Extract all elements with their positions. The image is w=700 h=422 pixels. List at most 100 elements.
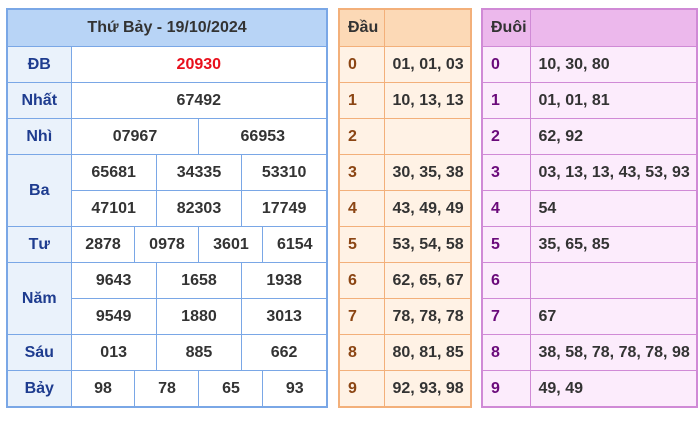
head-digit: 6 (338, 262, 385, 299)
tails-header-label: Đuôi (481, 8, 531, 47)
prize-number: 65 (198, 370, 264, 408)
prize-label: Ba (6, 154, 72, 227)
head-values: 92, 93, 98 (383, 370, 472, 408)
prize-number: 1658 (155, 262, 243, 299)
prize-label: Năm (6, 262, 72, 335)
head-values: 10, 13, 13 (383, 82, 472, 119)
heads-table: Đầu 0 01, 01, 03 1 10, 13, 13 2 3 30, 35, 3… (338, 8, 472, 408)
prize-row-db: ĐB 20930 (6, 46, 328, 83)
prize-number: 93 (262, 370, 328, 408)
heads-row: 1 10, 13, 13 (338, 82, 472, 119)
tail-values: 03, 13, 13, 43, 53, 93 (529, 154, 698, 191)
head-values (383, 118, 472, 155)
prize-row-tu: Tư 2878 0978 3601 6154 (6, 226, 328, 263)
tail-digit: 9 (481, 370, 531, 408)
prize-number: 34335 (155, 154, 243, 191)
head-digit: 8 (338, 334, 385, 371)
prize-row-ba: Ba 65681 34335 53310 (6, 154, 328, 227)
heads-row: 3 30, 35, 38 (338, 154, 472, 191)
prize-number: 65681 (70, 154, 157, 191)
prize-number: 07967 (70, 118, 200, 155)
tails-row: 3 03, 13, 13, 43, 53, 93 (481, 154, 698, 191)
prize-number: 9549 (70, 298, 157, 335)
tail-values: 10, 30, 80 (529, 46, 698, 83)
heads-header-label: Đầu (338, 8, 385, 47)
tail-values: 38, 58, 78, 78, 78, 98 (529, 334, 698, 371)
tail-digit: 3 (481, 154, 531, 191)
prize-label: Nhất (6, 82, 72, 119)
head-values: 62, 65, 67 (383, 262, 472, 299)
tail-values: 54 (529, 190, 698, 227)
prize-number: 3601 (198, 226, 264, 263)
prize-label: ĐB (6, 46, 72, 83)
prize-number: 1938 (241, 262, 328, 299)
prize-number: 67492 (70, 82, 328, 119)
tail-values: 01, 01, 81 (529, 82, 698, 119)
results-table: Thứ Bảy - 19/10/2024 ĐB 20930 Nhất 67492… (6, 8, 329, 408)
tails-row: 0 10, 30, 80 (481, 46, 698, 83)
prize-row-nhat: Nhất 67492 (6, 82, 328, 119)
head-digit: 4 (338, 190, 385, 227)
head-values: 78, 78, 78 (383, 298, 472, 335)
prize-number: 78 (134, 370, 200, 408)
head-values: 01, 01, 03 (383, 46, 472, 83)
heads-row: 2 (338, 118, 472, 155)
tail-digit: 0 (481, 46, 531, 83)
head-values: 80, 81, 85 (383, 334, 472, 371)
tail-digit: 8 (481, 334, 531, 371)
prize-row-nhi: Nhì 07967 66953 (6, 118, 328, 155)
prize-row-sau: Sáu 013 885 662 (6, 334, 328, 371)
tails-row: 5 35, 65, 85 (481, 226, 698, 263)
heads-row: 5 53, 54, 58 (338, 226, 472, 263)
head-digit: 0 (338, 46, 385, 83)
tails-row: 4 54 (481, 190, 698, 227)
prize-number: 82303 (155, 190, 243, 227)
tails-row: 9 49, 49 (481, 370, 698, 408)
heads-row: 4 43, 49, 49 (338, 190, 472, 227)
prize-number: 3013 (241, 298, 328, 335)
tail-digit: 7 (481, 298, 531, 335)
prize-number: 0978 (134, 226, 200, 263)
prize-label: Tư (6, 226, 72, 263)
heads-row: 9 92, 93, 98 (338, 370, 472, 408)
results-title: Thứ Bảy - 19/10/2024 (6, 8, 328, 47)
tails-header-blank (529, 8, 698, 47)
prize-number: 17749 (241, 190, 328, 227)
head-digit: 9 (338, 370, 385, 408)
tails-header-row: Đuôi (481, 8, 698, 47)
prize-number: 47101 (70, 190, 157, 227)
heads-row: 6 62, 65, 67 (338, 262, 472, 299)
head-values: 30, 35, 38 (383, 154, 472, 191)
prize-row-nam: Năm 9643 1658 1938 (6, 262, 328, 335)
prize-number: 662 (241, 334, 328, 371)
tails-row: 7 67 (481, 298, 698, 335)
tails-row: 1 01, 01, 81 (481, 82, 698, 119)
prize-number: 013 (70, 334, 157, 371)
results-header-row: Thứ Bảy - 19/10/2024 (6, 8, 328, 47)
heads-row: 7 78, 78, 78 (338, 298, 472, 335)
tail-digit: 4 (481, 190, 531, 227)
prize-label: Nhì (6, 118, 72, 155)
heads-row: 8 80, 81, 85 (338, 334, 472, 371)
prize-number: 98 (70, 370, 136, 408)
prize-number: 53310 (241, 154, 328, 191)
head-values: 53, 54, 58 (383, 226, 472, 263)
heads-row: 0 01, 01, 03 (338, 46, 472, 83)
head-digit: 1 (338, 82, 385, 119)
prize-label: Bảy (6, 370, 72, 408)
head-digit: 3 (338, 154, 385, 191)
tails-table: Đuôi 0 10, 30, 80 1 01, 01, 81 2 62, 92 3 03… (481, 8, 698, 408)
prize-number: 66953 (198, 118, 328, 155)
head-digit: 2 (338, 118, 385, 155)
head-digit: 7 (338, 298, 385, 335)
prize-number: 885 (155, 334, 243, 371)
prize-number: 6154 (262, 226, 328, 263)
head-digit: 5 (338, 226, 385, 263)
tail-values: 49, 49 (529, 370, 698, 408)
tail-digit: 6 (481, 262, 531, 299)
heads-header-blank (383, 8, 472, 47)
prize-number: 1880 (155, 298, 243, 335)
tails-row: 8 38, 58, 78, 78, 78, 98 (481, 334, 698, 371)
prize-label: Sáu (6, 334, 72, 371)
tail-digit: 2 (481, 118, 531, 155)
